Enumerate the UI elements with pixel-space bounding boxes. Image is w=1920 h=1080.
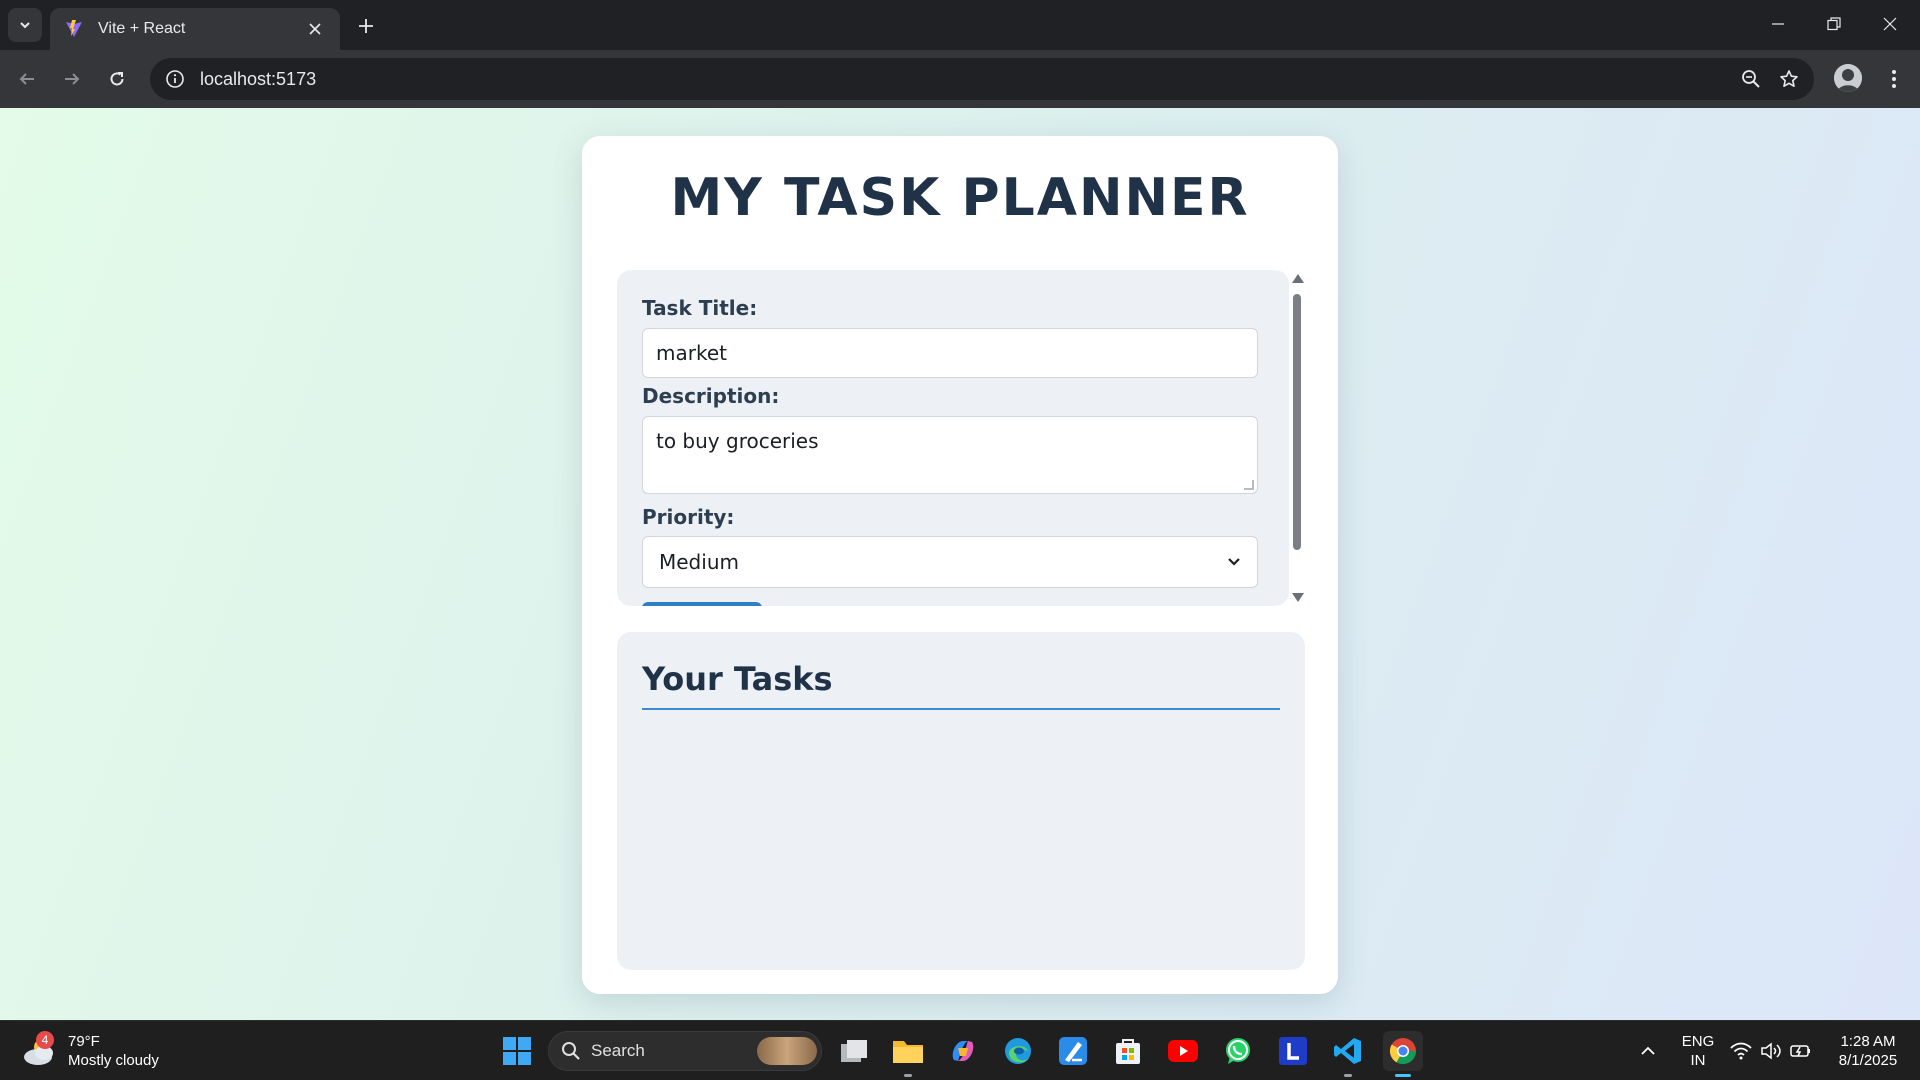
wifi-icon	[1730, 1042, 1752, 1060]
youtube-icon[interactable]	[1163, 1031, 1203, 1071]
chrome-icon[interactable]	[1383, 1031, 1423, 1077]
l-app-icon[interactable]	[1273, 1031, 1313, 1071]
browser-menu-button[interactable]	[1876, 61, 1912, 97]
restore-button[interactable]	[1810, 6, 1858, 42]
new-tab-button[interactable]	[352, 12, 380, 40]
add-task-button[interactable]	[642, 602, 762, 606]
windows-logo-icon	[503, 1037, 531, 1065]
pen-app-icon[interactable]	[1053, 1031, 1093, 1071]
minimize-icon	[1772, 23, 1784, 25]
microsoft-store-icon[interactable]	[1108, 1031, 1148, 1071]
back-button[interactable]	[9, 61, 45, 97]
profile-avatar[interactable]	[1834, 64, 1862, 92]
tab-title: Vite + React	[98, 20, 186, 37]
weather-desc: Mostly cloudy	[68, 1052, 159, 1069]
page-viewport: MY TASK PLANNER Task Title: market Descr…	[0, 108, 1920, 1020]
avatar-icon	[1834, 64, 1862, 92]
minimize-button[interactable]	[1754, 6, 1802, 42]
description-text: to buy groceries	[656, 429, 819, 453]
copilot-icon[interactable]	[943, 1031, 983, 1071]
planner-card: MY TASK PLANNER Task Title: market Descr…	[582, 136, 1338, 994]
volume-icon	[1761, 1042, 1781, 1060]
task-form: Task Title: market Description: to buy g…	[617, 270, 1289, 606]
cloudy-weather-icon: 4	[20, 1031, 60, 1071]
forward-button[interactable]	[54, 61, 90, 97]
arrow-left-icon	[19, 73, 34, 85]
clock-time: 1:28 AM	[1840, 1033, 1896, 1050]
description-textarea[interactable]: to buy groceries	[642, 416, 1258, 494]
arrow-right-icon	[65, 73, 80, 85]
priority-label: Priority:	[642, 505, 735, 529]
address-bar[interactable]: localhost:5173	[150, 58, 1814, 100]
close-icon	[1883, 17, 1897, 31]
language-indicator[interactable]: ENG IN	[1680, 1032, 1716, 1070]
site-info-icon[interactable]	[154, 58, 196, 100]
reload-button[interactable]	[99, 61, 135, 97]
weather-widget[interactable]: 4 79°F Mostly cloudy	[20, 1029, 190, 1073]
zoom-icon[interactable]	[1732, 60, 1770, 98]
chevron-up-icon	[1641, 1046, 1655, 1055]
resize-grip-icon[interactable]	[1244, 480, 1254, 490]
system-tray-status[interactable]	[1724, 1031, 1818, 1071]
vite-logo-icon	[66, 20, 82, 37]
form-scrollbar[interactable]	[1289, 270, 1305, 606]
scroll-up-arrow-icon[interactable]	[1292, 274, 1304, 283]
kebab-menu-icon	[1892, 70, 1896, 88]
chevron-down-icon	[1228, 558, 1240, 566]
tasks-divider	[642, 708, 1280, 710]
tasks-panel: Your Tasks	[617, 632, 1305, 970]
bookmark-star-icon[interactable]	[1770, 60, 1808, 98]
battery-icon	[1790, 1045, 1810, 1057]
language-code: ENG	[1681, 1033, 1715, 1050]
start-button[interactable]	[497, 1031, 537, 1071]
scrollbar-thumb[interactable]	[1293, 294, 1301, 550]
page-title: MY TASK PLANNER	[670, 168, 1250, 228]
task-title-label: Task Title:	[642, 296, 758, 320]
url-text: localhost:5173	[200, 68, 317, 89]
show-hidden-icons-button[interactable]	[1628, 1031, 1668, 1071]
plus-icon	[359, 19, 373, 33]
search-icon	[562, 1042, 580, 1060]
browser-tabstrip: Vite + React	[0, 0, 1920, 50]
scroll-down-arrow-icon[interactable]	[1292, 593, 1304, 602]
chevron-down-icon	[20, 22, 30, 29]
browser-tab[interactable]: Vite + React	[50, 8, 340, 50]
task-title-input[interactable]: market	[642, 328, 1258, 378]
taskbar-search[interactable]: Search	[548, 1031, 822, 1071]
close-window-button[interactable]	[1866, 6, 1914, 42]
file-explorer-icon[interactable]	[888, 1031, 928, 1077]
task-view-icon[interactable]	[834, 1031, 874, 1071]
windows-taskbar: 4 79°F Mostly cloudy Search ENG IN 1:28 …	[0, 1020, 1920, 1080]
whatsapp-icon[interactable]	[1218, 1031, 1258, 1071]
priority-select[interactable]: Medium	[642, 536, 1258, 588]
browser-toolbar: localhost:5173	[0, 50, 1920, 108]
reload-icon	[110, 72, 124, 86]
edge-browser-icon[interactable]	[998, 1031, 1038, 1071]
restore-icon	[1827, 17, 1841, 31]
priority-selected-value: Medium	[659, 550, 739, 574]
clock-date: 8/1/2025	[1838, 1052, 1898, 1069]
vscode-icon[interactable]	[1328, 1031, 1368, 1077]
tab-search-button[interactable]	[8, 8, 42, 42]
search-highlight-image	[757, 1037, 817, 1065]
region-code: IN	[1690, 1052, 1706, 1069]
weather-temp: 79°F	[68, 1033, 100, 1050]
notification-badge: 4	[36, 1031, 54, 1049]
clock[interactable]: 1:28 AM 8/1/2025	[1826, 1032, 1910, 1070]
description-label: Description:	[642, 384, 780, 408]
tasks-heading: Your Tasks	[642, 660, 833, 698]
tab-close-icon[interactable]	[304, 18, 326, 40]
search-label: Search	[591, 1041, 645, 1060]
